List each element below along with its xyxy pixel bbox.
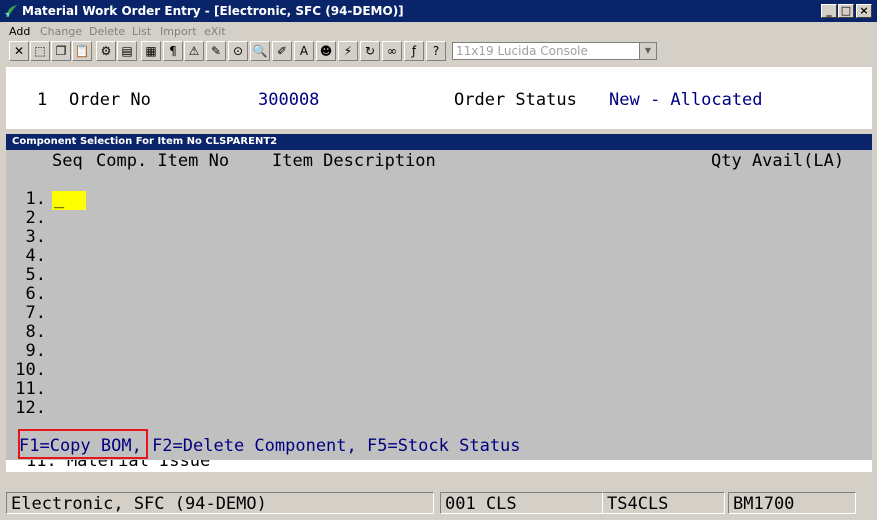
- row-label: 11.: [15, 379, 46, 399]
- component-selection-title-bar: Component Selection For Item No CLSPAREN…: [6, 134, 872, 150]
- order-no-value: 300008: [258, 90, 320, 110]
- close-button[interactable]: ×: [856, 4, 872, 18]
- window-title: Material Work Order Entry - [Electronic,…: [22, 4, 404, 18]
- f1-copy-bom[interactable]: F1=Copy BOM: [19, 436, 132, 456]
- close-x-icon[interactable]: ✕: [9, 41, 29, 61]
- status-field-4: BM1700: [728, 492, 856, 514]
- row-label: 5.: [25, 265, 46, 285]
- notes-icon[interactable]: ✎: [206, 41, 226, 61]
- font-select[interactable]: 11x19 Lucida Console ▼: [452, 42, 657, 60]
- status-field-2: 001 CLS: [440, 492, 603, 514]
- paste-icon[interactable]: 📋: [72, 41, 92, 61]
- link-icon[interactable]: ∞: [382, 41, 402, 61]
- help-icon[interactable]: ?: [426, 41, 446, 61]
- col-qty-avail: Qty Avail(LA): [711, 151, 845, 171]
- calculator-icon[interactable]: ▦: [141, 41, 161, 61]
- underlying-screen-text: 11. Material Issue: [6, 460, 872, 472]
- menu-exit[interactable]: eXit: [204, 25, 226, 38]
- toolbar: ✕ ⬚ ❐ 📋 ⚙ ▤ ▦ ¶ ⚠ ✎ ⊙ 🔍 ✐ A ☻ ⚡ ↻ ∞ ƒ ?: [0, 40, 877, 62]
- comp-item-input-value: _: [54, 189, 65, 209]
- menu-delete[interactable]: Delete: [89, 25, 125, 38]
- row-label: 6.: [25, 284, 46, 304]
- status-company: Electronic, SFC (94-DEMO): [6, 492, 434, 514]
- menu-change[interactable]: Change: [40, 25, 82, 38]
- order-status-label: Order Status: [454, 90, 577, 110]
- settings-icon[interactable]: ⚙: [96, 41, 116, 61]
- order-status-value: New - Allocated: [609, 90, 763, 110]
- binoculars-icon[interactable]: ⊙: [228, 41, 248, 61]
- chevron-down-icon[interactable]: ▼: [639, 43, 656, 59]
- refresh-icon[interactable]: ↻: [360, 41, 380, 61]
- warning-icon[interactable]: ⚠: [184, 41, 204, 61]
- row-label: 1.: [25, 189, 46, 209]
- component-grid: Seq Comp. Item No Item Description Qty A…: [6, 150, 872, 460]
- font-a-icon[interactable]: A: [294, 41, 314, 61]
- minimize-button[interactable]: _: [821, 4, 837, 18]
- col-item-description: Item Description: [272, 151, 436, 171]
- other-function-keys: , F2=Delete Component, F5=Stock Status: [131, 436, 521, 456]
- row-label: 3.: [25, 227, 46, 247]
- status-bar: Electronic, SFC (94-DEMO) 001 CLS TS4CLS…: [0, 490, 877, 520]
- material-issue-text: 11. Material Issue: [26, 460, 211, 471]
- text-icon[interactable]: ¶: [163, 41, 183, 61]
- menu-add[interactable]: Add: [9, 25, 30, 38]
- function-key-hints: F1=Copy BOM, F2=Delete Component, F5=Sto…: [19, 436, 521, 456]
- user-icon[interactable]: ☻: [316, 41, 336, 61]
- function-icon[interactable]: ƒ: [404, 41, 424, 61]
- status-field-3: TS4CLS: [603, 492, 725, 514]
- flash-icon[interactable]: ⚡: [338, 41, 358, 61]
- row-label: 2.: [25, 208, 46, 228]
- copy-icon[interactable]: ❐: [51, 41, 71, 61]
- search-icon[interactable]: 🔍: [250, 41, 270, 61]
- line-number: 1: [37, 90, 48, 110]
- order-no-label: Order No: [69, 90, 151, 110]
- row-label: 9.: [25, 341, 46, 361]
- menu-import[interactable]: Import: [160, 25, 197, 38]
- row-label: 12.: [15, 398, 46, 418]
- maximize-button[interactable]: □: [838, 4, 854, 18]
- app-icon: [5, 5, 17, 17]
- row-label: 8.: [25, 322, 46, 342]
- order-header: 1 Order No 300008 Order Status New - All…: [6, 67, 872, 129]
- row-label: 4.: [25, 246, 46, 266]
- title-bar: Material Work Order Entry - [Electronic,…: [0, 0, 877, 22]
- pen-icon[interactable]: ✐: [272, 41, 292, 61]
- component-selection-title: Component Selection For Item No CLSPAREN…: [12, 136, 278, 147]
- col-comp-item-no: Comp. Item No: [96, 151, 230, 171]
- font-select-value: 11x19 Lucida Console: [456, 44, 588, 58]
- col-seq: Seq: [52, 151, 83, 171]
- properties-icon[interactable]: ▤: [117, 41, 137, 61]
- menu-bar: Add Change Delete List Import eXit: [0, 22, 877, 40]
- comp-item-input[interactable]: _: [52, 189, 86, 210]
- row-label: 10.: [15, 360, 46, 380]
- menu-list[interactable]: List: [132, 25, 151, 38]
- select-icon[interactable]: ⬚: [30, 41, 50, 61]
- row-label: 7.: [25, 303, 46, 323]
